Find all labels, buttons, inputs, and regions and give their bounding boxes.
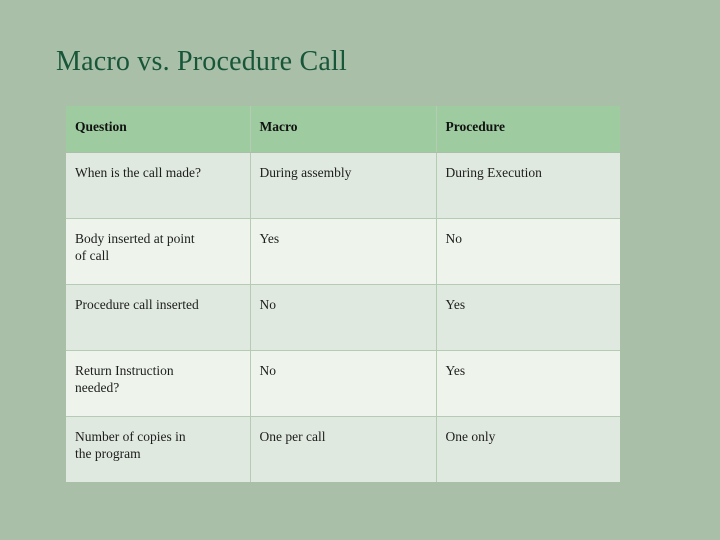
page-title: Macro vs. Procedure Call <box>56 46 347 77</box>
cell-question: Procedure call inserted <box>66 284 251 351</box>
table-row: When is the call made? During assembly D… <box>66 152 620 219</box>
cell-text: One per call <box>259 429 326 444</box>
cell-text: No <box>445 231 463 246</box>
cell-question: When is the call made? <box>66 152 251 219</box>
cell-text: No <box>259 363 277 378</box>
column-header-macro: Macro <box>250 106 437 153</box>
cell-text: Return Instruction needed? <box>75 363 174 395</box>
cell-procedure: No <box>436 218 620 285</box>
table-row: Number of copies in the program One per … <box>66 416 620 482</box>
cell-macro: Yes <box>250 218 437 285</box>
cell-text: When is the call made? <box>75 165 201 180</box>
cell-text: Yes <box>445 297 466 312</box>
cell-macro: No <box>250 284 437 351</box>
cell-macro: During assembly <box>250 152 437 219</box>
cell-text: Procedure call inserted <box>75 297 199 312</box>
comparison-table-container: Question Macro Procedure When is the cal… <box>66 106 620 482</box>
cell-text: No <box>259 297 277 312</box>
column-header-procedure: Procedure <box>436 106 620 153</box>
cell-text: Yes <box>445 363 466 378</box>
cell-text: One only <box>445 429 496 444</box>
table-row: Return Instruction needed? No Yes <box>66 350 620 417</box>
cell-text: Body inserted at point of call <box>75 231 195 263</box>
cell-text: Number of copies in the program <box>75 429 186 461</box>
table-header: Question Macro Procedure <box>66 106 620 153</box>
cell-macro: One per call <box>250 416 437 482</box>
cell-procedure: Yes <box>436 350 620 417</box>
cell-question: Return Instruction needed? <box>66 350 251 417</box>
cell-text: During assembly <box>259 165 352 180</box>
cell-macro: No <box>250 350 437 417</box>
cell-question: Body inserted at point of call <box>66 218 251 285</box>
cell-procedure: One only <box>436 416 620 482</box>
slide: Macro vs. Procedure Call Question Macro … <box>0 0 720 540</box>
comparison-table: Question Macro Procedure When is the cal… <box>66 106 620 482</box>
cell-text: During Execution <box>445 165 542 180</box>
cell-procedure: During Execution <box>436 152 620 219</box>
table-body: When is the call made? During assembly D… <box>66 152 620 482</box>
cell-question: Number of copies in the program <box>66 416 251 482</box>
table-header-row: Question Macro Procedure <box>66 106 620 153</box>
table-row: Procedure call inserted No Yes <box>66 284 620 351</box>
cell-text: Yes <box>259 231 280 246</box>
cell-procedure: Yes <box>436 284 620 351</box>
table-row: Body inserted at point of call Yes No <box>66 218 620 285</box>
column-header-question: Question <box>66 106 251 153</box>
